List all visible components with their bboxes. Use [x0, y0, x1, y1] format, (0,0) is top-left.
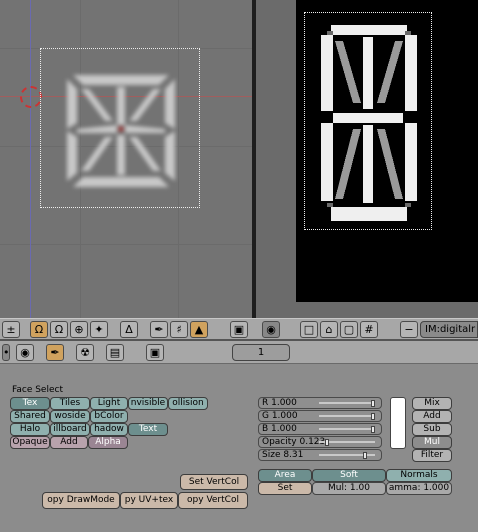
- uv-edit-icon[interactable]: ▲: [190, 321, 208, 338]
- objcolor-toggle[interactable]: bColor: [90, 410, 128, 423]
- tex-toggle[interactable]: Tex: [10, 397, 50, 410]
- sample-icon[interactable]: ♯: [170, 321, 188, 338]
- glyph-texture-pixelated: [321, 25, 417, 221]
- edge-select-icon[interactable]: Ω: [50, 321, 68, 338]
- area-toggle[interactable]: Area: [258, 469, 312, 482]
- occlude-icon[interactable]: Δ: [120, 321, 138, 338]
- tiles-toggle[interactable]: Tiles: [50, 397, 90, 410]
- manipulator-icon[interactable]: ✦: [90, 321, 108, 338]
- set-button[interactable]: Set: [258, 482, 312, 495]
- pin-button[interactable]: ±: [2, 321, 20, 338]
- color-swatch[interactable]: [390, 397, 406, 449]
- add-button[interactable]: Add: [412, 410, 452, 423]
- mesh-plane[interactable]: [40, 48, 200, 208]
- frame-field[interactable]: 1: [232, 344, 290, 361]
- image-name-field[interactable]: IM:digitalr: [420, 321, 478, 338]
- size-slider[interactable]: Size 8.31: [258, 449, 382, 461]
- set-vertcol-button[interactable]: Set VertCol: [180, 474, 248, 490]
- soft-toggle[interactable]: Soft: [312, 469, 386, 482]
- y-axis-line: [30, 0, 31, 318]
- grid-icon[interactable]: #: [360, 321, 378, 338]
- invisible-toggle[interactable]: nvisible: [128, 397, 168, 410]
- buttons-header: • ◉ ✒ ☢ ▤ ▣ 1: [0, 340, 478, 364]
- r-slider-label: R 1.000: [262, 398, 297, 408]
- 3d-cursor-icon[interactable]: [20, 86, 42, 108]
- size-slider-label: Size 8.31: [262, 450, 304, 460]
- copy-drawmode-button[interactable]: opy DrawMode: [42, 492, 120, 509]
- 3d-viewport[interactable]: [0, 0, 252, 318]
- gamma-field[interactable]: amma: 1.000: [386, 482, 452, 495]
- face-select-icon[interactable]: ⊕: [70, 321, 88, 338]
- r-slider[interactable]: R 1.000: [258, 397, 382, 409]
- image-browse-icon[interactable]: ◉: [262, 321, 280, 338]
- b-slider-label: B 1.000: [262, 424, 297, 434]
- home-icon[interactable]: ⌂: [320, 321, 338, 338]
- edit-mode-icon[interactable]: ✒: [46, 344, 64, 361]
- normals-toggle[interactable]: Normals: [386, 469, 452, 482]
- uv-bounds[interactable]: [304, 12, 432, 230]
- sub-button[interactable]: Sub: [412, 423, 452, 436]
- g-slider[interactable]: G 1.000: [258, 410, 382, 422]
- twoside-toggle[interactable]: woside: [50, 410, 90, 423]
- light-toggle[interactable]: Light: [90, 397, 128, 410]
- alpha-toggle[interactable]: Alpha: [88, 436, 128, 449]
- shadow-toggle[interactable]: hadow: [90, 423, 128, 436]
- paint-icon[interactable]: ✒: [150, 321, 168, 338]
- mix-button[interactable]: Mix: [412, 397, 452, 410]
- text-toggle[interactable]: Text: [128, 423, 168, 436]
- mul-button[interactable]: Mul: [412, 436, 452, 449]
- radiation-icon[interactable]: ☢: [76, 344, 94, 361]
- header-handle[interactable]: •: [2, 344, 10, 361]
- vertex-select-icon[interactable]: Ω: [30, 321, 48, 338]
- billboard-toggle[interactable]: illboard: [50, 423, 90, 436]
- opaque-toggle[interactable]: Opaque: [10, 436, 50, 449]
- face-select-label: Face Select: [12, 385, 63, 395]
- collapse-button[interactable]: −: [400, 321, 418, 338]
- mul-field[interactable]: Mul: 1.00: [312, 482, 386, 495]
- copy-vertcol-button[interactable]: opy VertCol: [178, 492, 248, 509]
- shared-toggle[interactable]: Shared: [10, 410, 50, 423]
- zoom-icon[interactable]: ▢: [340, 321, 358, 338]
- world-icon[interactable]: ◉: [16, 344, 34, 361]
- buttons-panel: Face Select Tex Tiles Light nvisible oll…: [0, 364, 478, 532]
- copy-uvtex-button[interactable]: py UV+tex: [120, 492, 178, 509]
- add-blend-toggle[interactable]: Add: [50, 436, 88, 449]
- glyph-texture-blurred: [67, 75, 175, 187]
- opacity-slider[interactable]: Opacity 0.123: [258, 436, 382, 448]
- opacity-slider-label: Opacity 0.123: [262, 437, 326, 447]
- image-editor[interactable]: [256, 0, 478, 318]
- window-header: ± Ω Ω ⊕ ✦ Δ ✒ ♯ ▲ ▣ ◉ □ ⌂ ▢ # − IM:digit…: [0, 318, 478, 340]
- filter-button[interactable]: Filter: [412, 449, 452, 462]
- b-slider[interactable]: B 1.000: [258, 423, 382, 435]
- halo-toggle[interactable]: Halo: [10, 423, 50, 436]
- g-slider-label: G 1.000: [262, 411, 298, 421]
- scene-icon[interactable]: ▣: [146, 344, 164, 361]
- view-icon[interactable]: □: [300, 321, 318, 338]
- script-icon[interactable]: ▤: [106, 344, 124, 361]
- collision-toggle[interactable]: ollision: [168, 397, 208, 410]
- render-icon[interactable]: ▣: [230, 321, 248, 338]
